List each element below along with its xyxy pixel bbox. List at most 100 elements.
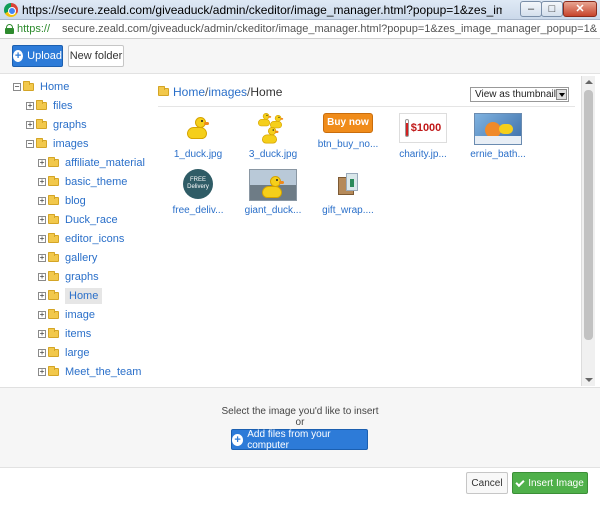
expand-icon[interactable]: + bbox=[26, 102, 34, 110]
collapse-icon[interactable]: − bbox=[13, 83, 21, 91]
giant-duck-image bbox=[249, 169, 297, 201]
close-window-button[interactable]: ✕ bbox=[563, 1, 597, 17]
view-mode-select[interactable]: View as thumbnails bbox=[470, 87, 569, 102]
gift-wrap-image bbox=[332, 169, 364, 201]
scroll-down-icon[interactable] bbox=[585, 378, 593, 382]
expand-icon[interactable]: + bbox=[38, 368, 46, 376]
cancel-button[interactable]: Cancel bbox=[466, 472, 508, 494]
tree-item-items[interactable]: + items bbox=[38, 326, 91, 342]
tree-item-home-selected[interactable]: + Home bbox=[38, 288, 103, 304]
folder-icon bbox=[48, 157, 59, 167]
folder-icon bbox=[48, 233, 59, 243]
insert-image-button[interactable]: Insert Image bbox=[512, 472, 588, 494]
scroll-up-icon[interactable] bbox=[585, 80, 593, 84]
folder-icon bbox=[23, 81, 34, 91]
dialog-footer: Cancel Insert Image bbox=[0, 467, 600, 505]
expand-icon[interactable]: + bbox=[38, 216, 46, 224]
insert-image-label: Insert Image bbox=[528, 477, 584, 489]
dropdown-arrow-icon[interactable] bbox=[556, 89, 567, 100]
tree-item-large[interactable]: + large bbox=[38, 345, 89, 361]
tree-item-duck-race[interactable]: + Duck_race bbox=[38, 212, 118, 228]
folder-icon bbox=[48, 347, 59, 357]
tree-item-home-root[interactable]: − Home bbox=[13, 79, 69, 95]
window-titlebar: https://secure.zeald.com/giveaduck/admin… bbox=[0, 0, 600, 20]
tree-item-files[interactable]: + files bbox=[26, 98, 73, 114]
tree-item-label: blog bbox=[65, 195, 86, 207]
tree-item-graphs[interactable]: + graphs bbox=[26, 117, 87, 133]
divider bbox=[158, 106, 575, 107]
tree-item-images[interactable]: − images bbox=[26, 136, 88, 152]
address-bar[interactable]: https:// secure.zeald.com/giveaduck/admi… bbox=[0, 20, 600, 39]
tree-item-meet-the-team[interactable]: + Meet_the_team bbox=[38, 364, 141, 380]
view-mode-value: View as thumbnails bbox=[475, 89, 561, 100]
charity-amount: $1000 bbox=[410, 122, 442, 134]
folder-icon bbox=[48, 366, 59, 376]
tree-item-basic-theme[interactable]: + basic_theme bbox=[38, 174, 127, 190]
expand-icon[interactable]: + bbox=[38, 197, 46, 205]
vertical-scrollbar[interactable] bbox=[581, 76, 595, 386]
expand-icon[interactable]: + bbox=[38, 178, 46, 186]
ernie-bath-image bbox=[474, 113, 522, 145]
plus-circle-icon: + bbox=[13, 50, 24, 62]
thumbnail-giant-duck[interactable]: giant_duck... bbox=[235, 169, 311, 239]
minimize-button[interactable]: – bbox=[520, 1, 542, 17]
collapse-icon[interactable]: − bbox=[26, 140, 34, 148]
lock-icon bbox=[5, 24, 14, 34]
tree-item-label: Home bbox=[65, 288, 103, 304]
folder-icon bbox=[36, 138, 47, 148]
expand-icon[interactable]: + bbox=[38, 292, 46, 300]
upload-button[interactable]: + Upload bbox=[12, 45, 63, 67]
upload-label: Upload bbox=[27, 50, 62, 62]
folder-icon bbox=[48, 290, 59, 300]
breadcrumb-home[interactable]: Home bbox=[173, 85, 205, 99]
tree-item-label: basic_theme bbox=[65, 176, 128, 188]
thumbnail-caption: btn_buy_no... bbox=[317, 139, 379, 150]
breadcrumb-current: Home bbox=[250, 85, 283, 99]
folder-icon bbox=[48, 252, 59, 262]
thumbnail-caption: 1_duck.jpg bbox=[173, 149, 223, 160]
tree-item-editor-icons[interactable]: + editor_icons bbox=[38, 231, 124, 247]
expand-icon[interactable]: + bbox=[38, 273, 46, 281]
breadcrumb: Home / images / Home bbox=[158, 85, 282, 99]
add-files-label: Add files from your computer bbox=[247, 428, 331, 451]
expand-icon[interactable]: + bbox=[38, 159, 46, 167]
url-scheme: https:// bbox=[17, 23, 51, 35]
expand-icon[interactable]: + bbox=[38, 311, 46, 319]
ducks-image bbox=[256, 113, 290, 145]
free-delivery-image: FREE Delivery bbox=[183, 169, 213, 199]
tree-item-label: Meet_the_team bbox=[65, 366, 142, 378]
thumbnail-caption: 3_duck.jpg bbox=[248, 149, 298, 160]
folder-icon bbox=[36, 119, 47, 129]
scrollbar-thumb[interactable] bbox=[584, 90, 593, 340]
thumbnail-charity[interactable]: $1000 charity.jp... bbox=[385, 113, 461, 183]
expand-icon[interactable]: + bbox=[26, 121, 34, 129]
image-browser: Home / images / Home View as thumbnails … bbox=[150, 77, 580, 385]
expand-icon[interactable]: + bbox=[38, 254, 46, 262]
add-files-button[interactable]: + Add files from your computer bbox=[231, 428, 368, 451]
maximize-button[interactable]: □ bbox=[541, 1, 563, 17]
tree-item-image[interactable]: + image bbox=[38, 307, 95, 323]
tree-item-label: Home bbox=[40, 81, 70, 93]
expand-icon[interactable]: + bbox=[38, 330, 46, 338]
folder-icon bbox=[48, 328, 59, 338]
tree-item-affiliate-materials[interactable]: + affiliate_materials bbox=[38, 155, 145, 171]
folder-icon bbox=[36, 100, 47, 110]
tree-item-label: graphs bbox=[65, 271, 99, 283]
check-icon bbox=[515, 477, 525, 487]
thermometer-icon bbox=[404, 119, 409, 137]
thumbnail-gift-wrap[interactable]: gift_wrap.... bbox=[310, 169, 386, 239]
tree-item-label: affiliate_materials bbox=[65, 157, 145, 169]
thumbnail-caption: free_deliv... bbox=[172, 205, 224, 216]
thumbnail-ernie-bath[interactable]: ernie_bath... bbox=[460, 113, 536, 183]
expand-icon[interactable]: + bbox=[38, 235, 46, 243]
tree-item-graphs-sub[interactable]: + graphs bbox=[38, 269, 99, 285]
new-folder-button[interactable]: New folder bbox=[68, 45, 124, 67]
thumbnail-caption: charity.jp... bbox=[399, 149, 447, 160]
thumbnail-caption: gift_wrap.... bbox=[322, 205, 374, 216]
breadcrumb-images[interactable]: images bbox=[208, 85, 247, 99]
thumbnail-free-delivery[interactable]: FREE Delivery free_deliv... bbox=[160, 169, 236, 239]
tree-item-gallery[interactable]: + gallery bbox=[38, 250, 97, 266]
tree-item-blog[interactable]: + blog bbox=[38, 193, 86, 209]
folder-tree: − Home + files + graphs − images + affil… bbox=[5, 77, 145, 387]
expand-icon[interactable]: + bbox=[38, 349, 46, 357]
